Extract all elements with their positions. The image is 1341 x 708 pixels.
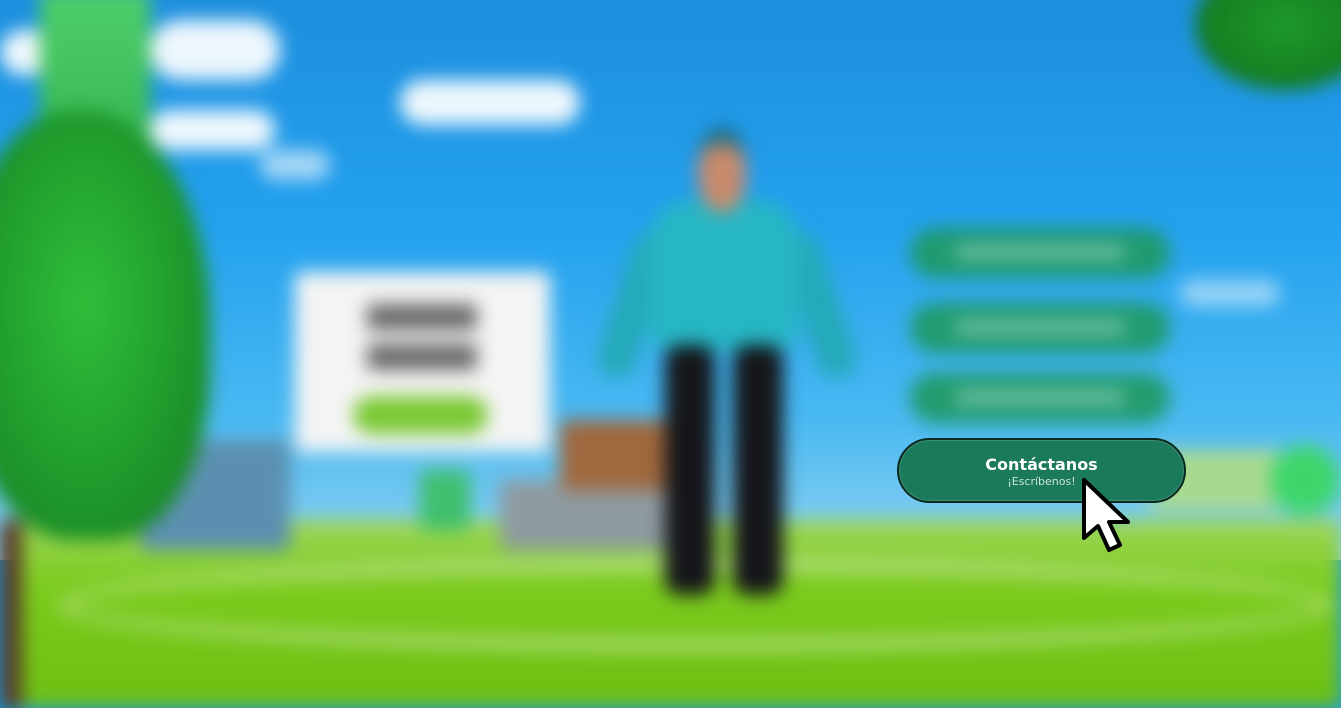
avatar-legs (665, 345, 785, 595)
menu-button-label (955, 247, 1125, 258)
green-orb (1270, 445, 1340, 515)
cloud (150, 110, 275, 150)
avatar-leg (733, 345, 783, 595)
promo-text-line (367, 304, 477, 330)
player-avatar (590, 120, 861, 620)
menu-button-label (955, 392, 1125, 403)
building (420, 470, 470, 530)
promo-button[interactable] (353, 396, 488, 434)
promo-card (295, 272, 550, 452)
tree-trunk (0, 520, 22, 708)
cloud (260, 150, 330, 180)
avatar-torso (650, 200, 798, 350)
cloud (1180, 280, 1280, 306)
avatar-leg (665, 345, 715, 595)
game-scene (0, 0, 1341, 708)
arrow-cursor-icon (1082, 478, 1130, 552)
avatar-head (698, 128, 746, 212)
menu-button[interactable] (910, 373, 1170, 423)
cloud (400, 80, 580, 125)
cloud (150, 20, 280, 80)
promo-text-line (367, 344, 477, 370)
menu-button-label (955, 322, 1125, 333)
menu-button[interactable] (910, 303, 1170, 353)
contact-button-title: Contáctanos (985, 455, 1098, 474)
menu-button[interactable] (910, 228, 1170, 278)
